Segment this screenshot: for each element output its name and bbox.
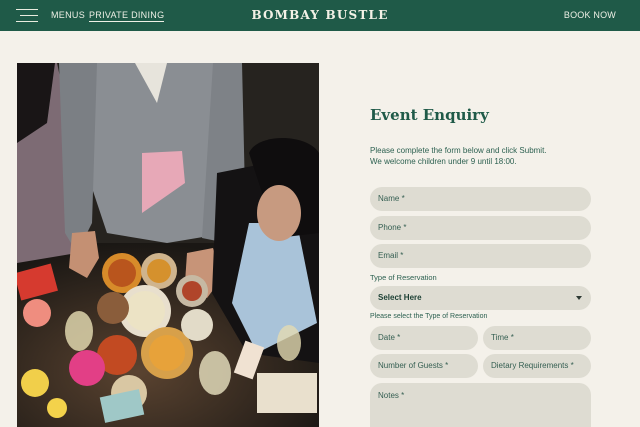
notes-placeholder: Notes * xyxy=(378,391,405,400)
brand-logo[interactable]: BOMBAY BUSTLE xyxy=(0,8,640,22)
form-intro-text: Please complete the form below and click… xyxy=(370,145,547,167)
dietary-placeholder: Dietary Requirements * xyxy=(491,361,574,370)
dining-photo-illustration xyxy=(17,63,319,427)
reservation-type-hint: Please select the Type of Reservation xyxy=(370,313,488,320)
time-placeholder: Time * xyxy=(491,333,514,342)
name-placeholder: Name * xyxy=(378,194,405,203)
dining-photo xyxy=(17,63,319,427)
book-now-link[interactable]: BOOK NOW xyxy=(564,10,616,20)
date-placeholder: Date * xyxy=(378,333,401,342)
date-field[interactable]: Date * xyxy=(370,326,478,350)
chevron-down-icon xyxy=(576,296,582,300)
guests-placeholder: Number of Guests * xyxy=(378,361,449,370)
email-placeholder: Email * xyxy=(378,251,404,260)
intro-line-1: Please complete the form below and click… xyxy=(370,146,547,155)
top-bar: MENUS PRIVATE DINING BOMBAY BUSTLE BOOK … xyxy=(0,0,640,31)
time-field[interactable]: Time * xyxy=(483,326,591,350)
notes-field[interactable]: Notes * xyxy=(370,383,591,427)
dietary-field[interactable]: Dietary Requirements * xyxy=(483,354,591,378)
guests-field[interactable]: Number of Guests * xyxy=(370,354,478,378)
reservation-type-label: Type of Reservation xyxy=(370,273,437,282)
phone-placeholder: Phone * xyxy=(378,223,407,232)
event-enquiry-title: Event Enquiry xyxy=(370,106,489,124)
reservation-type-select[interactable]: Select Here xyxy=(370,286,591,310)
name-field[interactable]: Name * xyxy=(370,187,591,211)
reservation-type-value: Select Here xyxy=(378,293,422,302)
email-field[interactable]: Email * xyxy=(370,244,591,268)
phone-field[interactable]: Phone * xyxy=(370,216,591,240)
intro-line-2: We welcome children under 9 until 18:00. xyxy=(370,157,517,166)
